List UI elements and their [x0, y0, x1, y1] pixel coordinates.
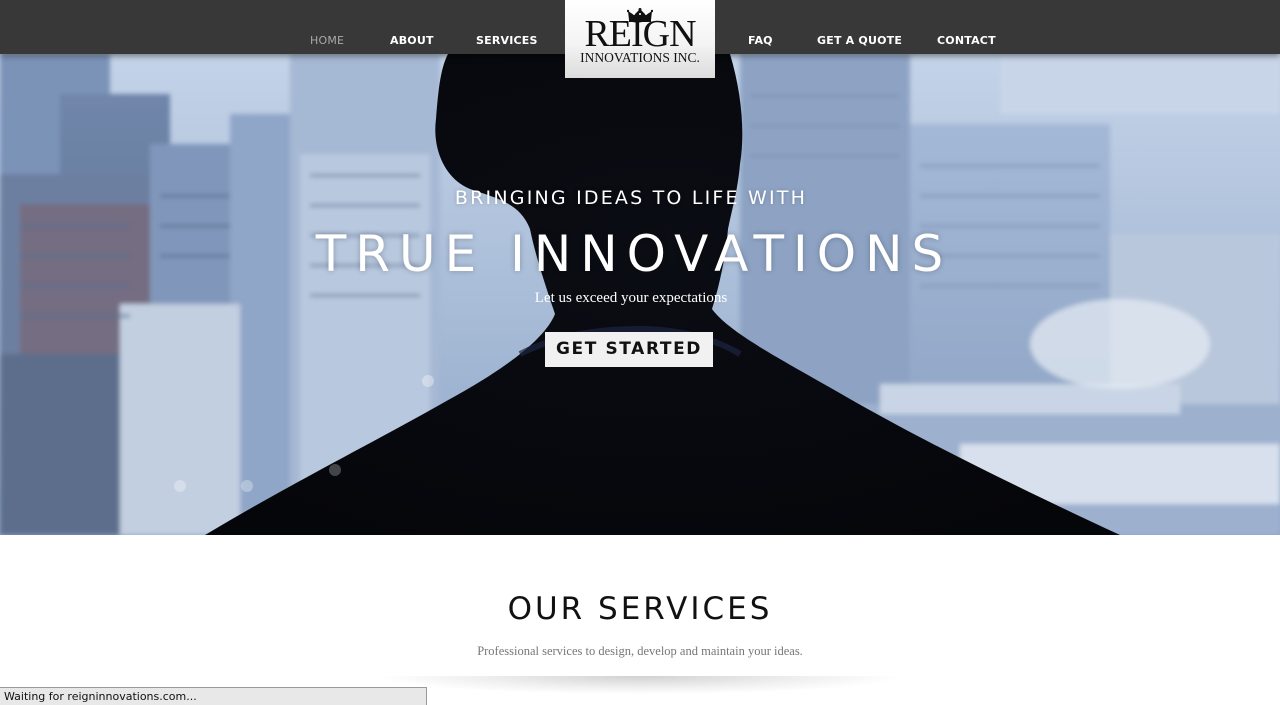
services-description: Professional services to design, develop…	[477, 644, 803, 658]
hero-kicker-text: BRINGING IDEAS TO LIFE WITH	[454, 187, 808, 209]
logo-subtitle: INNOVATIONS INC.	[580, 50, 700, 65]
nav-services-link[interactable]: SERVICES	[476, 34, 538, 47]
browser-status-bar: Waiting for reigninnovations.com...	[0, 687, 427, 705]
get-started-button[interactable]: GET STARTED	[545, 332, 713, 367]
brand-logo[interactable]: REIGN INNOVATIONS INC.	[565, 0, 715, 78]
nav-about-link[interactable]: ABOUT	[390, 34, 434, 47]
section-divider-shadow	[380, 676, 900, 694]
hero-banner: BRINGING IDEAS TO LIFE WITH TRUE INNOVAT…	[0, 54, 1280, 535]
nav-faq-link[interactable]: FAQ	[748, 34, 773, 47]
nav-contact-link[interactable]: CONTACT	[937, 34, 996, 47]
nav-home-link[interactable]: HOME	[310, 34, 344, 47]
hero-subtitle: Let us exceed your expectations	[534, 290, 728, 306]
nav-get-a-quote-link[interactable]: GET A QUOTE	[817, 34, 902, 47]
logo-wordmark: REIGN	[584, 13, 696, 55]
services-heading: OUR SERVICES	[507, 591, 773, 627]
hero-title: TRUE INNOVATIONS	[315, 225, 953, 283]
